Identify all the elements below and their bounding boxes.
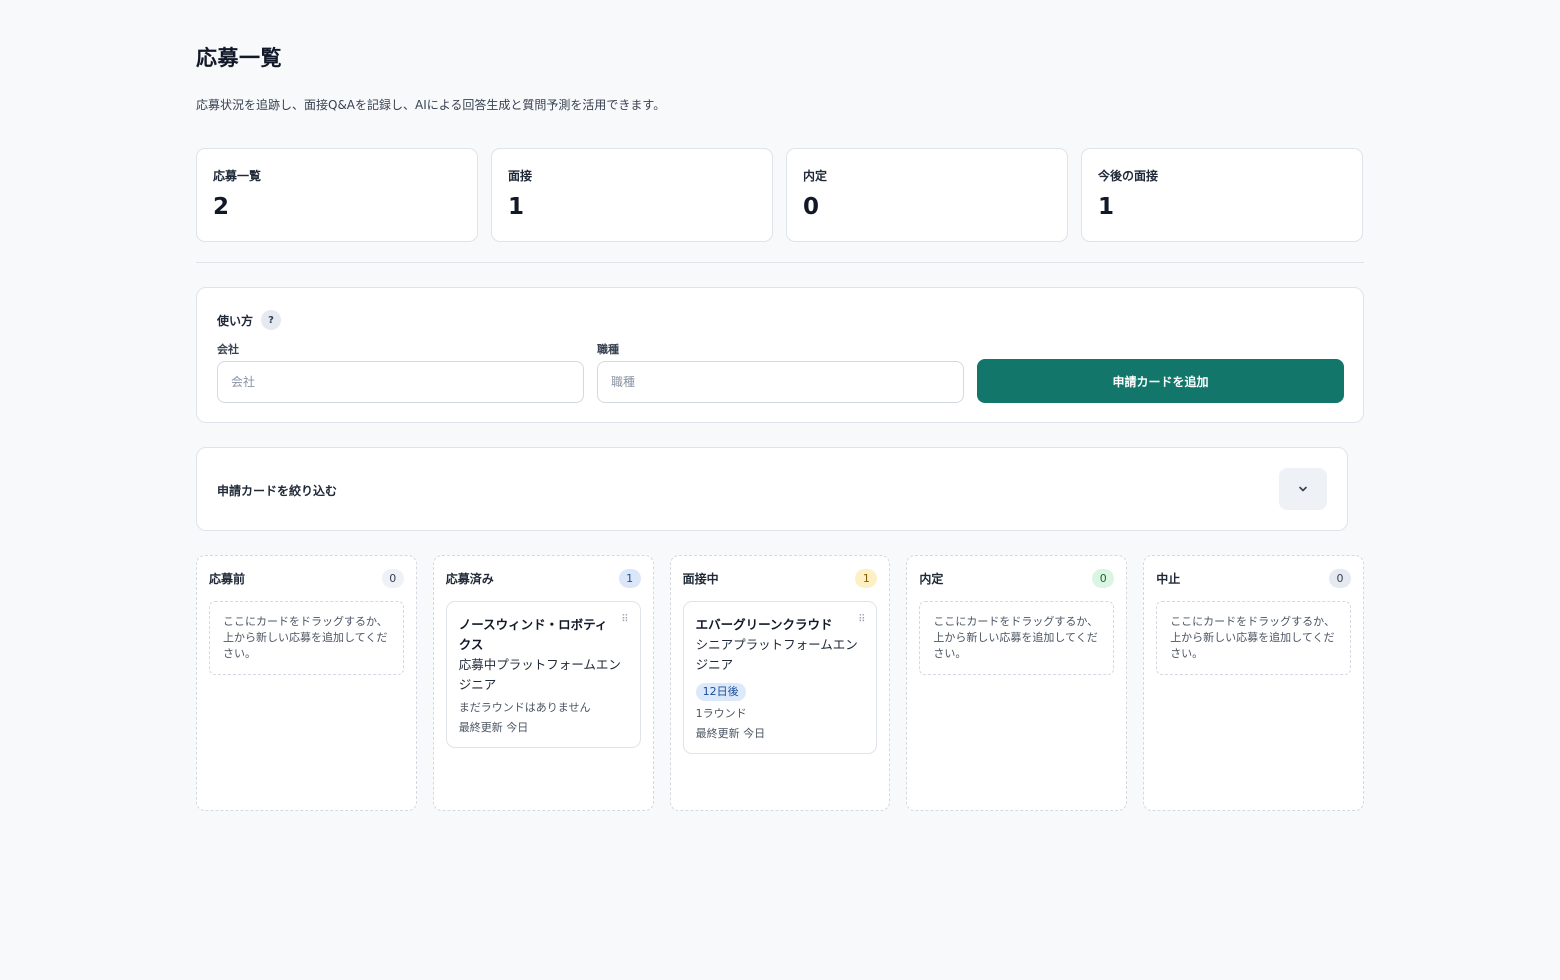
company-field-label: 会社 — [217, 343, 239, 356]
interview-date-badge: 12日後 — [695, 683, 746, 701]
stat-label: 応募一覧 — [213, 169, 262, 183]
chevron-down-icon — [1299, 486, 1307, 492]
empty-drop-zone[interactable]: ここにカードをドラッグするか、上から新しい応募を追加してください。 — [919, 601, 1115, 675]
stat-value: 2 — [213, 194, 230, 220]
stats-row: 応募一覧 2 面接 1 内定 0 今後の面接 1 — [196, 148, 1364, 242]
application-card[interactable]: ⠿ ノースウィンド・ロボティクス 応募中プラットフォームエンジニア まだラウンド… — [445, 601, 641, 748]
column-title: 内定 — [919, 571, 944, 586]
stat-card-applications: 応募一覧 2 — [196, 148, 478, 242]
howto-row: 使い方 ? — [217, 310, 282, 330]
kanban-board: 応募前 0 ここにカードをドラッグするか、上から新しい応募を追加してください。 … — [196, 555, 1364, 811]
column-applied[interactable]: 応募済み 1 ⠿ ノースウィンド・ロボティクス 応募中プラットフォームエンジニア… — [432, 555, 654, 811]
card-role: シニアプラットフォームエンジニア — [695, 637, 858, 672]
filter-toggle-button[interactable] — [1279, 468, 1327, 510]
role-field-label: 職種 — [597, 343, 619, 356]
help-icon[interactable]: ? — [261, 310, 282, 330]
column-count-badge: 0 — [1092, 568, 1115, 588]
stat-value: 1 — [508, 194, 525, 220]
empty-drop-zone[interactable]: ここにカードをドラッグするか、上から新しい応募を追加してください。 — [209, 601, 404, 675]
empty-drop-zone[interactable]: ここにカードをドラッグするか、上から新しい応募を追加してください。 — [1156, 601, 1351, 675]
stat-value: 0 — [803, 194, 820, 220]
drag-handle-icon[interactable]: ⠿ — [621, 614, 628, 625]
column-not-applied[interactable]: 応募前 0 ここにカードをドラッグするか、上から新しい応募を追加してください。 — [196, 555, 417, 811]
stat-value: 1 — [1098, 194, 1115, 220]
card-rounds: 1ラウンド — [695, 707, 747, 720]
column-interviewing[interactable]: 面接中 1 ⠿ エバーグリーンクラウド シニアプラットフォームエンジニア 12日… — [669, 555, 891, 811]
card-updated: 最終更新 今日 — [458, 721, 529, 734]
card-updated: 最終更新 今日 — [695, 727, 766, 740]
column-count-badge: 0 — [1328, 568, 1351, 588]
role-input[interactable] — [597, 361, 964, 403]
column-header: 中止 0 — [1156, 568, 1351, 588]
page-description: 応募状況を追跡し、面接Q&Aを記録し、AIによる回答生成と質問予測を活用できます… — [196, 98, 666, 112]
column-header: 応募済み 1 — [446, 568, 641, 588]
column-withdrawn[interactable]: 中止 0 ここにカードをドラッグするか、上から新しい応募を追加してください。 — [1143, 555, 1364, 811]
card-role: 応募中プラットフォームエンジニア — [458, 657, 621, 692]
stat-label: 面接 — [508, 169, 533, 183]
filter-panel[interactable]: 申請カードを絞り込む — [196, 447, 1348, 531]
page-title: 応募一覧 — [196, 46, 282, 70]
company-input[interactable] — [217, 361, 584, 403]
drag-handle-icon[interactable]: ⠿ — [858, 614, 865, 625]
column-title: 応募済み — [445, 571, 494, 586]
column-count-badge: 1 — [855, 568, 878, 588]
column-title: 中止 — [1156, 571, 1181, 586]
card-company: エバーグリーンクラウド — [695, 617, 833, 632]
filter-label: 申請カードを絞り込む — [217, 484, 338, 498]
stat-label: 今後の面接 — [1098, 169, 1159, 183]
stat-card-interviews: 面接 1 — [491, 148, 773, 242]
column-offer[interactable]: 内定 0 ここにカードをドラッグするか、上から新しい応募を追加してください。 — [906, 555, 1128, 811]
card-rounds: まだラウンドはありません — [458, 701, 591, 714]
application-card[interactable]: ⠿ エバーグリーンクラウド シニアプラットフォームエンジニア 12日後 1ラウン… — [682, 601, 878, 754]
card-company: ノースウィンド・ロボティクス — [458, 617, 608, 652]
column-header: 内定 0 — [919, 568, 1115, 588]
column-count-badge: 0 — [381, 568, 404, 588]
column-count-badge: 1 — [618, 568, 641, 588]
column-title: 面接中 — [682, 571, 719, 586]
stat-card-upcoming-interviews: 今後の面接 1 — [1081, 148, 1363, 242]
howto-label: 使い方 — [217, 313, 254, 328]
column-header: 応募前 0 — [209, 568, 404, 588]
column-title: 応募前 — [209, 571, 246, 586]
stat-label: 内定 — [803, 169, 828, 183]
section-divider — [196, 262, 1364, 263]
column-header: 面接中 1 — [683, 568, 878, 588]
add-application-panel: 使い方 ? 会社 職種 申請カードを追加 — [196, 287, 1364, 423]
stat-card-offers: 内定 0 — [786, 148, 1068, 242]
add-application-card-button[interactable]: 申請カードを追加 — [977, 359, 1344, 403]
